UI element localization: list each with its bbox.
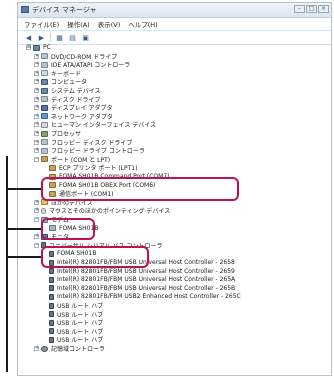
- update-icon: ▤: [69, 33, 76, 42]
- menu-view[interactable]: 表示(V): [98, 19, 121, 29]
- system-device-icon: [41, 87, 48, 94]
- disk-drive-icon: [41, 96, 48, 103]
- tree-node-label: Intel(R) 82801FB/FBM USB Universal Host …: [57, 276, 236, 284]
- tree-node-label: PC: [43, 44, 51, 51]
- expand-toggle[interactable]: +: [34, 148, 39, 154]
- highlight-modem: [41, 218, 95, 240]
- device-tree: ⊟ PC + DVD/CD-ROM ドライブ + IDE ATA/ATAPI コントローラ…: [18, 43, 331, 375]
- update-button[interactable]: ▤: [68, 34, 77, 42]
- window-controls: – □ ×: [294, 5, 329, 13]
- menu-file[interactable]: ファイル(E): [24, 19, 59, 29]
- expand-toggle[interactable]: +: [34, 70, 39, 76]
- tree-node-label: Intel(R) 82801FB/FBM USB2 Enhanced Host …: [57, 293, 241, 301]
- minimize-button[interactable]: –: [294, 5, 305, 13]
- usb-icon: [49, 311, 54, 318]
- computer-icon: [33, 44, 40, 51]
- close-button[interactable]: ×: [318, 5, 329, 13]
- mouse-icon: [41, 207, 46, 214]
- keyboard-icon: [41, 70, 48, 77]
- device-manager-icon: [21, 6, 29, 13]
- expand-toggle[interactable]: +: [34, 234, 39, 240]
- hid-icon: [41, 121, 48, 128]
- properties-button[interactable]: ▦: [55, 34, 64, 42]
- expand-toggle[interactable]: −: [34, 242, 39, 248]
- port-icon: [41, 156, 48, 163]
- title-bar[interactable]: デバイス マネージャ – □ ×: [18, 3, 331, 18]
- highlight-usb-controller: [41, 246, 149, 268]
- usb-icon: [49, 336, 54, 343]
- expand-toggle[interactable]: +: [34, 139, 39, 145]
- computer-icon: [41, 78, 48, 85]
- expand-toggle[interactable]: +: [34, 79, 39, 85]
- tree-node-label: Intel(R) 82801FB/FBM USB Universal Host …: [57, 284, 236, 292]
- dvd-drive-icon: [41, 53, 48, 60]
- tree-node-label: Intel(R) 82801FB/FBM USB Universal Host …: [57, 267, 235, 275]
- arrow-left-icon: ◀: [25, 33, 32, 42]
- scan-icon: ▣: [82, 33, 89, 42]
- callout-branch-ports: [6, 188, 41, 190]
- display-adapter-icon: [41, 104, 48, 111]
- menu-bar: ファイル(E) 操作(A) 表示(V) ヘルプ(H): [18, 18, 331, 31]
- highlight-foma-ports: [41, 177, 239, 201]
- expand-toggle[interactable]: ⊟: [26, 45, 31, 50]
- callout-branch-modem: [6, 228, 41, 230]
- usb-icon: [49, 302, 54, 309]
- expand-toggle[interactable]: +: [34, 62, 39, 68]
- expand-toggle[interactable]: −: [34, 217, 39, 222]
- usb-icon: [49, 276, 54, 283]
- menu-help[interactable]: ヘルプ(H): [128, 19, 157, 29]
- expand-toggle[interactable]: +: [34, 346, 39, 351]
- tree-node[interactable]: + 記憶域コントローラ: [34, 344, 105, 353]
- storage-controller-icon: [41, 345, 48, 352]
- usb-icon: [49, 268, 54, 275]
- usb-icon: [49, 319, 54, 326]
- expand-toggle[interactable]: +: [34, 105, 39, 111]
- expand-toggle[interactable]: +: [34, 122, 39, 128]
- expand-toggle[interactable]: +: [34, 131, 39, 136]
- tree-node-label: 記憶域コントローラ: [51, 346, 106, 353]
- forward-button[interactable]: ▶: [37, 34, 46, 42]
- callout-branch-usb: [6, 256, 41, 258]
- usb-icon: [49, 328, 54, 335]
- expand-toggle[interactable]: +: [34, 88, 39, 93]
- window-title: デバイス マネージャ: [32, 6, 97, 14]
- expand-toggle[interactable]: +: [34, 53, 39, 59]
- expand-toggle[interactable]: −: [34, 156, 39, 162]
- maximize-button[interactable]: □: [306, 5, 317, 13]
- network-adapter-icon: [41, 113, 48, 120]
- processor-icon: [41, 130, 48, 137]
- usb-icon: [49, 293, 54, 300]
- back-button[interactable]: ◀: [24, 34, 33, 42]
- expand-toggle[interactable]: +: [34, 199, 39, 205]
- port-icon: [49, 164, 56, 171]
- usb-icon: [49, 285, 54, 292]
- menu-action[interactable]: 操作(A): [67, 19, 90, 29]
- expand-toggle[interactable]: +: [34, 113, 39, 119]
- toolbar-divider: [50, 33, 51, 42]
- expand-toggle[interactable]: +: [34, 96, 39, 102]
- expand-toggle[interactable]: +: [34, 208, 39, 214]
- floppy-drive-icon: [41, 139, 48, 146]
- floppy-controller-icon: [41, 147, 48, 154]
- scan-button[interactable]: ▣: [81, 34, 90, 42]
- ide-controller-icon: [41, 61, 48, 68]
- properties-icon: ▦: [56, 33, 63, 42]
- arrow-right-icon: ▶: [38, 33, 45, 42]
